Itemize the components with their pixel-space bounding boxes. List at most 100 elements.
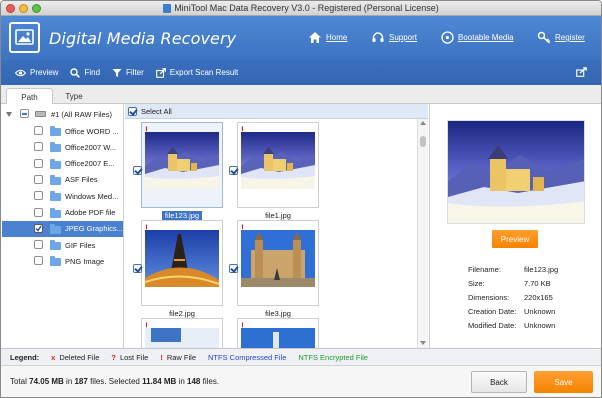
tab-type[interactable]: Type xyxy=(53,88,95,104)
legend-deleted-label: Deleted File xyxy=(59,352,100,362)
document-thumbnail xyxy=(145,328,219,348)
tree-item[interactable]: PNG Image xyxy=(2,253,123,269)
back-button[interactable]: Back xyxy=(471,371,527,393)
legend-deleted: x Deleted File xyxy=(51,353,99,362)
tree-item[interactable]: ASF Files xyxy=(2,172,123,188)
tab-path[interactable]: Path xyxy=(6,88,53,105)
info-size-row: Size: 7.70 KB xyxy=(468,279,598,288)
tree-item-label: Office2007 W... xyxy=(65,142,117,152)
tree-item-checkbox[interactable] xyxy=(34,126,43,135)
file-tile[interactable]: ! file3.jpg xyxy=(229,220,319,318)
close-window-button[interactable] xyxy=(6,4,15,13)
info-creation-row: Creation Date: Unknown xyxy=(468,307,598,316)
status-selected-files: 148 xyxy=(187,377,201,386)
tree-item[interactable]: JPEG Graphics... xyxy=(2,220,123,237)
tree-item-checkbox[interactable] xyxy=(34,191,43,201)
info-dimensions-value: 220x165 xyxy=(524,293,553,302)
lost-question-icon: ? xyxy=(111,352,116,362)
tree-item-checkbox[interactable] xyxy=(34,240,43,250)
export-icon xyxy=(155,67,166,78)
bootable-media-link[interactable]: Bootable Media xyxy=(441,31,514,44)
folder-icon xyxy=(50,240,61,251)
footer-bar: Total 74.05 MB in 187 files. Selected 11… xyxy=(1,366,601,397)
file-checkbox[interactable] xyxy=(229,166,238,175)
info-dimensions-key: Dimensions: xyxy=(468,293,510,302)
tree-item[interactable]: Office2007 W... xyxy=(2,139,123,155)
tree-item-label: Office WORD ... xyxy=(65,126,119,136)
tree-item[interactable]: GIF Files xyxy=(2,237,123,253)
home-link[interactable]: Home xyxy=(308,31,347,44)
folder-icon xyxy=(50,142,61,153)
tree-item-label: Adobe PDF file xyxy=(65,208,116,217)
status-selected-size: 11.84 MB xyxy=(142,377,177,386)
deleted-x-icon: x xyxy=(51,352,56,362)
preview-button[interactable]: Preview xyxy=(492,230,538,248)
select-all-checkbox[interactable] xyxy=(128,106,137,116)
export-scan-result-label: Export Scan Result xyxy=(169,68,239,77)
tree-item-checkbox[interactable] xyxy=(34,174,43,184)
tree-item-label: JPEG Graphics... xyxy=(65,224,123,234)
save-button[interactable]: Save xyxy=(534,371,593,393)
sky-thumbnail xyxy=(241,328,315,348)
drive-icon xyxy=(35,111,46,117)
tree-item-label: GIF Files xyxy=(65,240,96,250)
file-name: file123.jpg xyxy=(141,211,223,220)
file-tile[interactable]: ! file1.jpg xyxy=(229,122,319,220)
tree-item-checkbox[interactable] xyxy=(34,223,43,233)
info-creation-key: Creation Date: xyxy=(468,307,517,316)
legend-bar: Legend: x Deleted File ? Lost File ! Raw… xyxy=(1,348,601,366)
eiffel-tower-thumbnail xyxy=(145,230,219,287)
home-link-label: Home xyxy=(326,33,348,42)
folder-tree: #1 (All RAW Files) Office WORD ... Office… xyxy=(2,104,124,348)
expand-arrow-icon[interactable] xyxy=(6,112,12,117)
support-link[interactable]: Support xyxy=(371,31,417,44)
tree-item[interactable]: Office2007 E... xyxy=(2,156,123,172)
legend-lost: ? Lost File xyxy=(111,353,148,362)
register-link[interactable]: Register xyxy=(537,31,585,44)
tree-item-checkbox[interactable] xyxy=(34,207,43,217)
legend-encrypted-label: NTFS Encrypted File xyxy=(298,352,368,362)
tree-root-checkbox[interactable] xyxy=(20,109,29,118)
media-logo-icon xyxy=(9,22,40,53)
folder-icon xyxy=(50,223,61,234)
file-tile[interactable]: ! xyxy=(133,318,223,348)
share-export-button[interactable] xyxy=(576,67,587,79)
file-checkbox[interactable] xyxy=(133,264,142,273)
tree-item[interactable]: Adobe PDF file xyxy=(2,205,123,221)
tree-root-item[interactable]: #1 (All RAW Files) xyxy=(2,106,123,122)
support-headset-icon xyxy=(372,32,384,42)
grid-scrollbar[interactable] xyxy=(417,119,428,348)
filter-funnel-icon xyxy=(112,68,122,77)
preview-image xyxy=(447,120,585,224)
minimize-window-button[interactable] xyxy=(19,4,28,13)
preview-tool-label: Preview xyxy=(30,68,59,77)
tree-item-checkbox[interactable] xyxy=(34,256,43,266)
tree-item-checkbox[interactable] xyxy=(34,142,43,152)
window-title: MiniTool Mac Data Recovery V3.0 - Regist… xyxy=(174,3,439,13)
file-checkbox[interactable] xyxy=(229,264,238,273)
file-tile[interactable]: ! xyxy=(229,318,319,348)
find-tool-button[interactable]: Find xyxy=(70,67,100,78)
folder-icon xyxy=(50,207,61,218)
search-icon xyxy=(70,67,81,78)
folder-icon xyxy=(50,191,61,202)
grid-header: Select All xyxy=(125,104,428,119)
scrollbar-thumb[interactable] xyxy=(420,136,426,147)
export-scan-result-button[interactable]: Export Scan Result xyxy=(155,67,239,78)
filter-tool-button[interactable]: Filter xyxy=(112,68,144,78)
preview-tool-button[interactable]: Preview xyxy=(15,68,58,77)
tree-item-checkbox[interactable] xyxy=(34,158,43,168)
file-checkbox[interactable] xyxy=(133,166,142,175)
status-part: Total xyxy=(10,377,30,386)
file-tile[interactable]: ! file2.jpg xyxy=(133,220,223,318)
tree-item-label: PNG Image xyxy=(65,256,105,266)
tree-item[interactable]: Windows Med... xyxy=(2,188,123,204)
scroll-down-arrow-icon[interactable] xyxy=(420,341,426,345)
zoom-window-button[interactable] xyxy=(32,4,41,13)
tree-item[interactable]: Office WORD ... xyxy=(2,123,123,139)
scroll-up-arrow-icon[interactable] xyxy=(420,121,426,125)
file-tile[interactable]: ! file123.jpg xyxy=(133,122,223,220)
select-all-label: Select All xyxy=(141,106,172,116)
castle-night-thumbnail xyxy=(145,132,219,189)
tree-item-label: Office2007 E... xyxy=(65,159,115,169)
